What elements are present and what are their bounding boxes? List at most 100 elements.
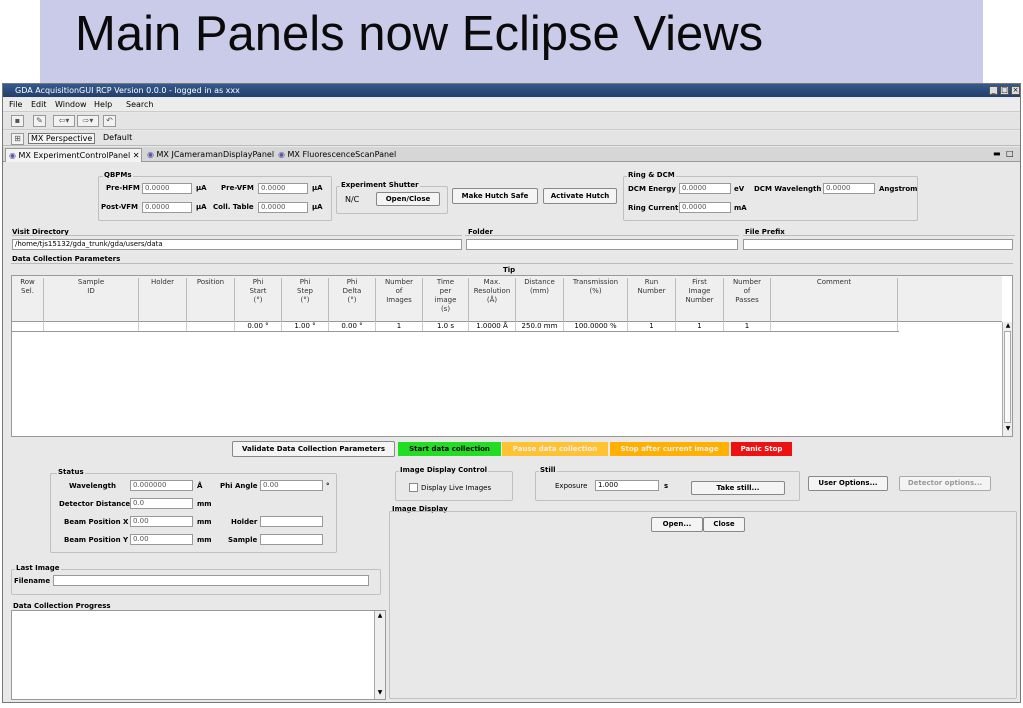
undo-icon[interactable]: ↶: [103, 115, 116, 127]
menu-search[interactable]: Search: [126, 100, 153, 109]
filename-field[interactable]: [53, 575, 369, 586]
column-header[interactable]: First Image Number: [676, 278, 724, 322]
table-cell[interactable]: 250.0 mm: [516, 322, 564, 331]
filename-label: Filename: [14, 577, 51, 585]
table-cell[interactable]: 1: [724, 322, 771, 331]
perspective-default[interactable]: Default: [101, 133, 134, 144]
table-cell[interactable]: 1: [628, 322, 676, 331]
table-cell[interactable]: 1.00 °: [282, 322, 329, 331]
scroll-up-icon[interactable]: ▲: [1004, 322, 1012, 330]
table-cell[interactable]: 0.00 °: [329, 322, 376, 331]
dcm-wavelength-field[interactable]: 0.0000: [823, 183, 875, 194]
column-header[interactable]: Number of Passes: [724, 278, 771, 322]
detector-distance-label: Detector Distance: [59, 500, 131, 508]
open-close-button[interactable]: Open/Close: [376, 192, 440, 206]
menu-window[interactable]: Window: [55, 100, 87, 109]
minimize-view-icon[interactable]: ▬: [993, 149, 1001, 158]
dcm-energy-field[interactable]: 0.0000: [679, 183, 731, 194]
pre-vfm-field[interactable]: 0.0000: [258, 183, 308, 194]
table-cell[interactable]: 1: [676, 322, 724, 331]
navigate-back-icon[interactable]: ⇦▾: [53, 115, 75, 127]
scroll-down-icon[interactable]: ▼: [1004, 425, 1012, 433]
post-vfm-field[interactable]: 0.0000: [142, 202, 192, 213]
close-tab-icon[interactable]: ✕: [133, 151, 140, 160]
ring-current-field[interactable]: 0.0000: [679, 202, 731, 213]
table-scrollbar[interactable]: ▲ ▼: [1002, 322, 1012, 436]
pre-hfm-field[interactable]: 0.0000: [142, 183, 192, 194]
menu-help[interactable]: Help: [94, 100, 112, 109]
column-header[interactable]: Run Number: [628, 278, 676, 322]
table-cell[interactable]: 0.00 °: [235, 322, 282, 331]
column-header[interactable]: Transmission (%): [564, 278, 628, 322]
table-row[interactable]: 0.00 ° 1.00 ° 0.00 ° 1 1.0 s 1.0000 Å 250.0 mm…: [12, 322, 899, 332]
wavelength-field[interactable]: 0.000000: [130, 480, 193, 491]
column-header[interactable]: Phi Step (°): [282, 278, 329, 322]
column-header[interactable]: Sample ID: [44, 278, 139, 322]
table-cell[interactable]: [771, 322, 898, 331]
validate-button[interactable]: Validate Data Collection Parameters: [232, 441, 395, 457]
close-image-button[interactable]: Close: [703, 517, 745, 532]
table-cell[interactable]: 1.0000 Å: [469, 322, 516, 331]
detector-options-button[interactable]: Detector options...: [899, 476, 991, 491]
save-icon[interactable]: ▪: [11, 115, 24, 127]
detector-distance-field[interactable]: 0.0: [130, 498, 193, 509]
scroll-thumb[interactable]: [1004, 331, 1011, 423]
column-header[interactable]: Phi Start (°): [235, 278, 282, 322]
folder-field[interactable]: [466, 239, 738, 250]
menu-edit[interactable]: Edit: [31, 100, 47, 109]
progress-scrollbar[interactable]: ▲ ▼: [374, 611, 385, 699]
coll-table-field[interactable]: 0.0000: [258, 202, 308, 213]
folder-separator: [465, 235, 739, 236]
menu-file[interactable]: File: [9, 100, 22, 109]
window-titlebar[interactable]: GDA AcquisitionGUI RCP Version 0.0.0 - l…: [3, 84, 1020, 97]
navigate-forward-icon[interactable]: ⇨▾: [77, 115, 99, 127]
start-collection-button[interactable]: Start data collection: [398, 442, 501, 456]
open-perspective-icon[interactable]: ⊞: [11, 133, 24, 145]
make-hutch-safe-button[interactable]: Make Hutch Safe: [452, 188, 538, 204]
holder-field[interactable]: [260, 516, 323, 527]
table-cell[interactable]: 100.0000 %: [564, 322, 628, 331]
open-image-button[interactable]: Open...: [651, 517, 703, 532]
table-cell[interactable]: [44, 322, 139, 331]
perspective-mx[interactable]: MX Perspective: [28, 133, 96, 144]
tab-camera-display[interactable]: ◉ MX JCameramanDisplayPanel: [144, 148, 277, 162]
tools-icon[interactable]: ✎: [33, 115, 46, 127]
tab-experiment-control[interactable]: ◉ MX ExperimentControlPanel ✕: [5, 148, 142, 162]
tab-fluorescence-scan[interactable]: ◉ MX FluorescenceScanPanel: [275, 148, 399, 162]
table-cell[interactable]: 1.0 s: [423, 322, 469, 331]
column-header[interactable]: Phi Delta (°): [329, 278, 376, 322]
sample-field[interactable]: [260, 534, 323, 545]
maximize-icon[interactable]: □: [1000, 86, 1009, 95]
table-cell[interactable]: [139, 322, 187, 331]
panic-stop-button[interactable]: Panic Stop: [731, 442, 792, 456]
table-cell[interactable]: [187, 322, 235, 331]
maximize-view-icon[interactable]: □: [1006, 149, 1014, 158]
user-options-button[interactable]: User Options...: [808, 476, 888, 491]
close-icon[interactable]: ×: [1011, 86, 1020, 95]
activate-hutch-button[interactable]: Activate Hutch: [543, 188, 617, 204]
column-header[interactable]: Holder: [139, 278, 187, 322]
column-header[interactable]: Time per image (s): [423, 278, 469, 322]
column-header[interactable]: Row Sel.: [12, 278, 44, 322]
column-header[interactable]: Distance (mm): [516, 278, 564, 322]
beam-x-field[interactable]: 0.00: [130, 516, 193, 527]
scroll-up-icon[interactable]: ▲: [376, 612, 384, 620]
exposure-field[interactable]: 1.000: [595, 480, 659, 491]
live-images-checkbox[interactable]: [409, 483, 418, 492]
table-cell[interactable]: [12, 322, 44, 331]
visit-directory-field[interactable]: /home/tjs15132/gda_trunk/gda/users/data: [12, 239, 462, 250]
progress-log[interactable]: ▲ ▼: [11, 610, 386, 700]
stop-after-image-button[interactable]: Stop after current image: [610, 442, 729, 456]
table-cell[interactable]: 1: [376, 322, 423, 331]
column-header[interactable]: Max. Resolution (Å): [469, 278, 516, 322]
phi-angle-field[interactable]: 0.00: [260, 480, 323, 491]
file-prefix-field[interactable]: [743, 239, 1013, 250]
column-header[interactable]: Position: [187, 278, 235, 322]
take-still-button[interactable]: Take still...: [691, 481, 785, 495]
scroll-down-icon[interactable]: ▼: [376, 689, 384, 697]
column-header[interactable]: Number of Images: [376, 278, 423, 322]
pause-collection-button[interactable]: Pause data collection: [502, 442, 608, 456]
minimize-icon[interactable]: _: [989, 86, 998, 95]
beam-y-field[interactable]: 0.00: [130, 534, 193, 545]
column-header[interactable]: Comment: [771, 278, 898, 322]
